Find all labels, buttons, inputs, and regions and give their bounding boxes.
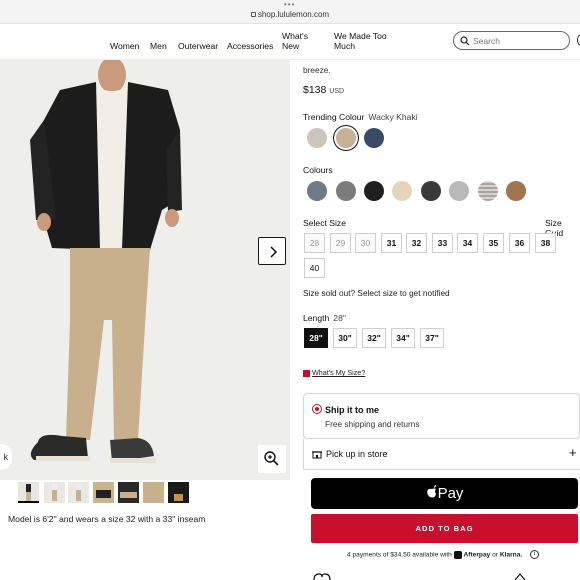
browser-toolbar: ••• shop.lululemon.com	[0, 0, 580, 24]
heart-icon	[313, 573, 331, 580]
swatch-colour-6[interactable]	[449, 181, 469, 201]
nav-we-made-too-much[interactable]: We Made Too Much	[334, 31, 387, 51]
nav-whats-new-line1: What's	[282, 31, 308, 41]
site-nav: Women Men Outerwear Accessories What's N…	[0, 24, 580, 60]
select-size-label: Select Size	[303, 218, 346, 228]
whats-my-size-text: What's My Size?	[312, 368, 366, 377]
url-text: shop.lululemon.com	[257, 10, 330, 19]
zoom-icon	[264, 451, 279, 466]
address-bar[interactable]: shop.lululemon.com	[0, 10, 580, 19]
length-34[interactable]: 34"	[391, 328, 415, 348]
add-to-bag-button[interactable]: ADD TO BAG	[311, 514, 578, 543]
plus-icon: +	[569, 445, 577, 460]
length-37[interactable]: 37"	[420, 328, 444, 348]
model-size-note: Model is 6'2" and wears a size 32 with a…	[8, 514, 206, 524]
length-30[interactable]: 30"	[333, 328, 357, 348]
apple-pay-label: Pay	[437, 485, 464, 502]
length-label: Length 28"	[303, 313, 346, 323]
swatch-trending-1[interactable]	[307, 128, 327, 148]
thumbnail[interactable]	[118, 482, 139, 503]
thumbnail[interactable]	[93, 482, 114, 503]
ship-title: Ship it to me	[325, 405, 379, 415]
radio-selected-icon	[312, 404, 322, 414]
price-value: $138	[303, 84, 327, 96]
trending-colour-title: Trending Colour	[303, 112, 365, 122]
size-28[interactable]: 28	[304, 233, 325, 253]
swatch-wacky-khaki[interactable]	[336, 128, 356, 148]
size-36[interactable]: 36	[509, 233, 530, 253]
price: $138 USD	[303, 84, 344, 96]
thumbnail[interactable]	[68, 482, 89, 503]
size-34[interactable]: 34	[457, 233, 478, 253]
whats-my-size-link[interactable]: What's My Size?	[303, 368, 365, 377]
nav-outerwear[interactable]: Outerwear	[178, 41, 218, 51]
swatch-colour-7[interactable]	[478, 181, 498, 201]
thumbnail[interactable]	[168, 482, 189, 503]
nav-wmtm-line1: We Made Too	[334, 31, 387, 41]
product-description: breeze.	[303, 60, 573, 76]
size-tool-icon	[303, 369, 310, 377]
swatch-colour-4[interactable]	[392, 181, 412, 201]
description-tail: breeze.	[303, 65, 331, 75]
nav-wmtm-line2: Much	[334, 41, 356, 51]
search-box[interactable]	[453, 31, 570, 50]
model-photo	[0, 60, 290, 480]
sold-out-note: Size sold out? Select size to get notifi…	[303, 288, 450, 298]
ship-it-to-me-option[interactable]: Ship it to me Free shipping and returns	[303, 393, 580, 439]
size-38[interactable]: 38	[535, 233, 556, 253]
search-input[interactable]	[473, 34, 563, 48]
size-32[interactable]: 32	[406, 233, 427, 253]
price-currency: USD	[329, 88, 345, 95]
next-image-button[interactable]	[258, 237, 286, 265]
swatch-colour-3[interactable]	[364, 181, 384, 201]
size-29[interactable]: 29	[330, 233, 351, 253]
search-icon	[460, 36, 470, 46]
length-value: 28"	[333, 313, 346, 323]
thumbnail[interactable]	[143, 482, 164, 503]
swatch-colour-2[interactable]	[336, 181, 356, 201]
thumbnail[interactable]	[44, 482, 65, 503]
swatch-colour-5[interactable]	[421, 181, 441, 201]
bottom-action-row	[313, 573, 526, 580]
size-35[interactable]: 35	[483, 233, 504, 253]
nav-whats-new[interactable]: What's New	[282, 31, 308, 51]
swatch-trending-3[interactable]	[364, 128, 384, 148]
colours-label: Colours	[303, 165, 333, 175]
trending-colour-value: Wacky Khaki	[368, 112, 418, 122]
size-30[interactable]: 30	[355, 233, 376, 253]
size-33[interactable]: 33	[432, 233, 453, 253]
pickup-text: Pick up in store	[326, 449, 388, 459]
size-31[interactable]: 31	[381, 233, 402, 253]
nav-women[interactable]: Women	[110, 41, 139, 51]
size-40[interactable]: 40	[304, 258, 325, 278]
afterpay-label: Afterpay	[463, 551, 491, 559]
length-title: Length	[303, 313, 330, 323]
pick-up-in-store-option[interactable]: Pick up in store +	[303, 439, 580, 470]
nav-accessories[interactable]: Accessories	[227, 41, 273, 51]
lock-icon	[250, 12, 256, 18]
klarna-label: Klarna.	[499, 551, 523, 559]
store-icon	[312, 451, 322, 459]
ship-subtitle: Free shipping and returns	[325, 419, 420, 429]
swatch-colour-8[interactable]	[506, 181, 526, 201]
product-image	[0, 60, 290, 480]
trending-colour-label: Trending Colour Wacky Khaki	[303, 112, 418, 122]
review-star-icon	[514, 573, 526, 580]
nav-whats-new-line2: New	[282, 41, 300, 51]
swatch-colour-1[interactable]	[307, 181, 327, 201]
installments-text: 4 payments of $34.50 available with	[347, 551, 452, 559]
or-text: or	[492, 551, 498, 559]
length-32[interactable]: 32"	[362, 328, 386, 348]
info-icon[interactable]: i	[530, 550, 540, 559]
installments-note: 4 payments of $34.50 available with Afte…	[347, 550, 540, 559]
nav-men[interactable]: Men	[150, 41, 167, 51]
chevron-right-icon	[270, 246, 278, 258]
window-dots-icon: •••	[284, 0, 296, 9]
length-28[interactable]: 28"	[304, 328, 328, 348]
thumbnail[interactable]	[18, 482, 39, 503]
apple-pay-button[interactable]: Pay	[311, 478, 578, 509]
zoom-button[interactable]	[258, 445, 286, 473]
apple-icon	[426, 485, 436, 498]
afterpay-icon	[453, 550, 462, 559]
